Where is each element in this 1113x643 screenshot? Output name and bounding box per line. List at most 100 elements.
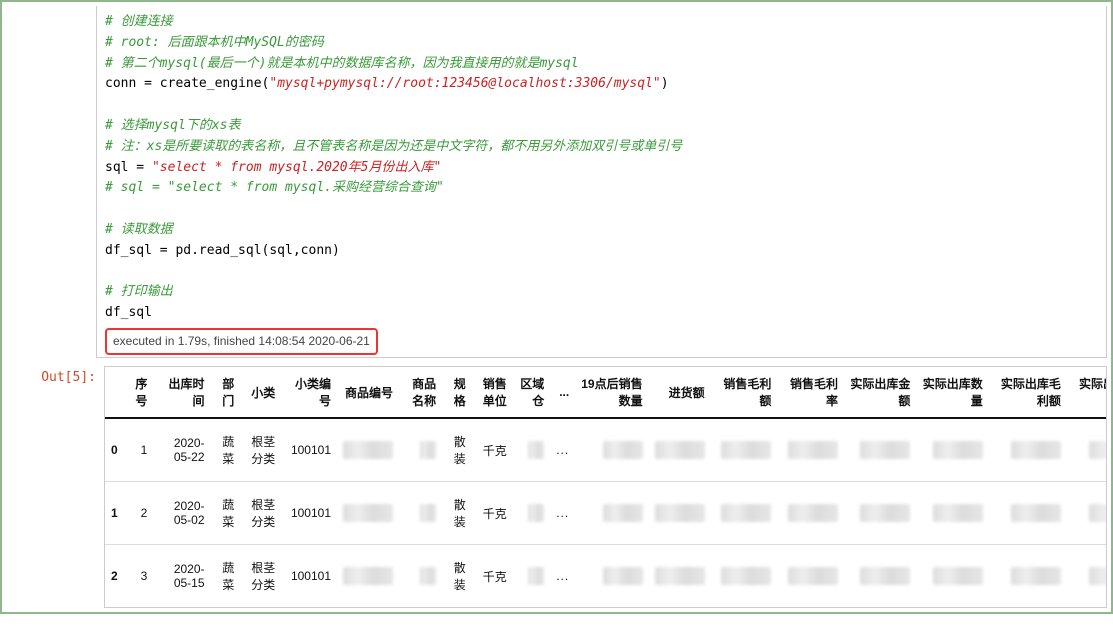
code-line: # 读取数据 [105,220,1098,241]
cell: 根茎分类 [240,545,281,608]
cell: 2 [105,545,124,608]
output-row: Out[5]: 序号 出库时间 部门 小类 小类编号 商品编号 商品名称 规格 … [6,366,1107,608]
redacted-value [655,504,705,522]
cell: 蔬菜 [211,545,241,608]
cell [513,482,550,545]
cell: 散装 [442,418,472,482]
cell [989,482,1067,545]
code-cell[interactable]: # 创建连接 # root: 后面跟本机中MySQL的密码 # 第二个mysql… [96,6,1107,358]
redacted-value [721,504,771,522]
redacted-value [343,441,393,459]
redacted-value [1089,441,1107,459]
cell: 100101 [281,482,337,545]
redacted-value [528,567,544,585]
cell [844,482,916,545]
cell [989,545,1067,608]
cell: 根茎分类 [240,418,281,482]
cell [649,545,711,608]
col-dept: 部门 [211,367,241,418]
redacted-value [933,504,983,522]
code-line: df_sql = pd.read_sql(sql,conn) [105,241,1098,262]
cell [649,418,711,482]
cell [399,418,442,482]
redacted-value [721,567,771,585]
cell [513,545,550,608]
cell [916,482,988,545]
cell: 100101 [281,418,337,482]
cell [399,482,442,545]
cell: 0 [105,418,124,482]
redacted-value [528,504,544,522]
cell [575,482,648,545]
col-region: 区域仓 [513,367,550,418]
redacted-value [603,567,643,585]
cell [989,418,1067,482]
cell [575,418,648,482]
redacted-value [788,504,838,522]
redacted-value [788,441,838,459]
code-line [105,95,1098,116]
cell: 蔬菜 [211,482,241,545]
col-unit: 销售单位 [472,367,513,418]
cell [337,482,399,545]
cell [1067,418,1107,482]
redacted-value [655,567,705,585]
redacted-value [933,441,983,459]
code-line: # 选择mysql下的xs表 [105,116,1098,137]
cell: 2 [124,482,154,545]
col-outamt: 实际出库金额 [844,367,916,418]
redacted-value [603,441,643,459]
cell [777,482,844,545]
cell [844,545,916,608]
col-outqty: 实际出库数量 [916,367,988,418]
table-header-row: 序号 出库时间 部门 小类 小类编号 商品编号 商品名称 规格 销售单位 区域仓… [105,367,1107,418]
cell [777,545,844,608]
cell [513,418,550,482]
redacted-value [1011,441,1061,459]
redacted-value [860,504,910,522]
col-prodno: 商品编号 [337,367,399,418]
cell: 散装 [442,545,472,608]
cell-ellipsis: ... [550,418,575,482]
cell: 千克 [472,482,513,545]
col-ellipsis: ... [550,367,575,418]
execution-status: executed in 1.79s, finished 14:08:54 202… [105,328,378,355]
cell: 2020-05-02 [153,482,210,545]
cell: 100101 [281,545,337,608]
cell: 1 [105,482,124,545]
col-date: 出库时间 [153,367,210,418]
redacted-value [788,567,838,585]
redacted-value [343,567,393,585]
table-row: 012020-05-22蔬菜根茎分类100101散装千克... [105,418,1107,482]
redacted-value [1011,504,1061,522]
redacted-value [420,441,436,459]
col-purchase: 进货额 [649,367,711,418]
code-line [105,199,1098,220]
col-outgross: 实际出库毛利额 [989,367,1067,418]
cell [711,545,778,608]
col-seq: 序号 [124,367,154,418]
col-grossrate: 销售毛利率 [777,367,844,418]
cell: 千克 [472,545,513,608]
cell [711,482,778,545]
col-spec: 规格 [442,367,472,418]
output-label: Out[5]: [6,366,104,608]
col-cat: 小类 [240,367,281,418]
cell [399,545,442,608]
redacted-value [603,504,643,522]
code-line: # 第二个mysql(最后一个)就是本机中的数据库名称，因为我直接用的就是mys… [105,54,1098,75]
redacted-value [420,504,436,522]
cell: 蔬菜 [211,418,241,482]
redacted-value [343,504,393,522]
cell: 2020-05-15 [153,545,210,608]
redacted-value [528,441,544,459]
cell [649,482,711,545]
code-line: # root: 后面跟本机中MySQL的密码 [105,33,1098,54]
code-line: # 注：xs是所要读取的表名称，且不管表名称是因为还是中文字符，都不用另外添加双… [105,137,1098,158]
cell [337,545,399,608]
redacted-value [860,567,910,585]
cell: 2020-05-22 [153,418,210,482]
col-gross: 销售毛利额 [711,367,778,418]
output-dataframe[interactable]: 序号 出库时间 部门 小类 小类编号 商品编号 商品名称 规格 销售单位 区域仓… [104,366,1107,608]
cell: 3 [124,545,154,608]
